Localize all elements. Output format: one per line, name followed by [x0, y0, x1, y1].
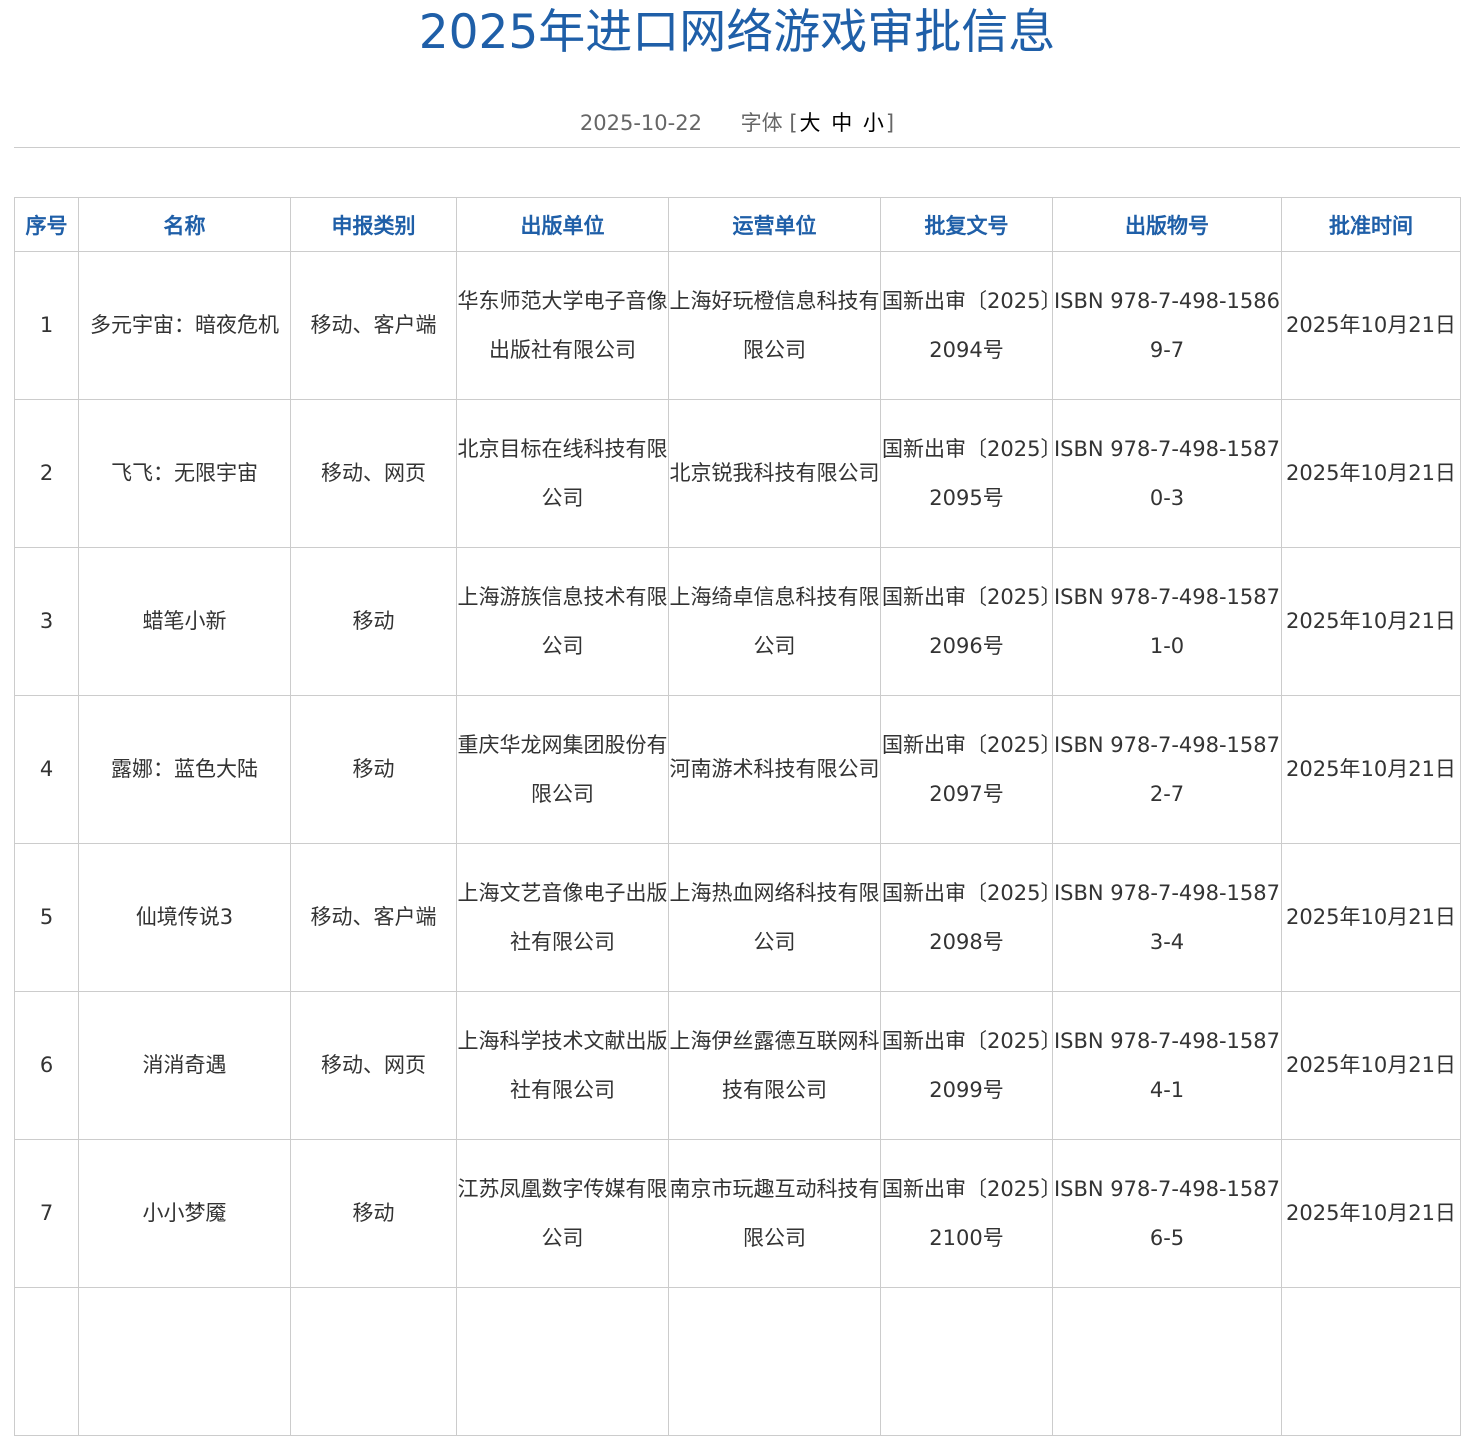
cell-name: 小小梦魇: [78, 1139, 291, 1288]
cell-publisher: 江苏凤凰数字传媒有限公司: [456, 1139, 669, 1288]
font-size-label: 字体: [740, 111, 783, 135]
cell-approval-number: 国新出审〔2025〕2094号: [880, 251, 1053, 400]
cell-category: 移动、客户端: [290, 843, 457, 992]
cell-publisher: 华东师范大学电子音像出版社有限公司: [456, 251, 669, 400]
cell-operator: 上海绮卓信息科技有限公司: [668, 547, 881, 696]
table-row: 7 小小梦魇 移动 江苏凤凰数字传媒有限公司 南京市玩趣互动科技有限公司 国新出…: [14, 1139, 1461, 1288]
cell-empty: [1281, 1287, 1461, 1436]
cell-no: 7: [14, 1139, 79, 1288]
cell-empty: [78, 1287, 291, 1436]
cell-publisher: 上海科学技术文献出版社有限公司: [456, 991, 669, 1140]
cell-publisher: 重庆华龙网集团股份有限公司: [456, 695, 669, 844]
cell-isbn: ISBN 978-7-498-15874-1: [1052, 991, 1282, 1140]
cell-empty: [290, 1287, 457, 1436]
table-header-row: 序号 名称 申报类别 出版单位 运营单位 批复文号 出版物号 批准时间: [14, 197, 1461, 252]
cell-approval-date: 2025年10月21日: [1281, 1139, 1461, 1288]
header-category: 申报类别: [290, 197, 457, 252]
cell-isbn: ISBN 978-7-498-15869-7: [1052, 251, 1282, 400]
cell-approval-date: 2025年10月21日: [1281, 251, 1461, 400]
cell-approval-number: 国新出审〔2025〕2095号: [880, 399, 1053, 548]
cell-publisher: 北京目标在线科技有限公司: [456, 399, 669, 548]
cell-name: 飞飞：无限宇宙: [78, 399, 291, 548]
cell-category: 移动、网页: [290, 399, 457, 548]
cell-approval-number: 国新出审〔2025〕2098号: [880, 843, 1053, 992]
cell-empty: [14, 1287, 79, 1436]
cell-approval-number: 国新出审〔2025〕2096号: [880, 547, 1053, 696]
cell-no: 1: [14, 251, 79, 400]
font-size-medium-button[interactable]: 中: [829, 111, 854, 135]
page-title: 2025年进口网络游戏审批信息: [418, 5, 1056, 60]
cell-approval-date: 2025年10月21日: [1281, 991, 1461, 1140]
header-approval-date: 批准时间: [1281, 197, 1461, 252]
cell-publisher: 上海文艺音像电子出版社有限公司: [456, 843, 669, 992]
cell-name: 露娜：蓝色大陆: [78, 695, 291, 844]
cell-approval-date: 2025年10月21日: [1281, 695, 1461, 844]
cell-empty: [1052, 1287, 1282, 1436]
cell-publisher: 上海游族信息技术有限公司: [456, 547, 669, 696]
cell-empty: [456, 1287, 669, 1436]
cell-name: 多元宇宙：暗夜危机: [78, 251, 291, 400]
cell-operator: 上海好玩橙信息科技有限公司: [668, 251, 881, 400]
header-no: 序号: [14, 197, 79, 252]
cell-approval-number: 国新出审〔2025〕2099号: [880, 991, 1053, 1140]
title-divider: [14, 147, 1460, 148]
cell-operator: 上海伊丝露德互联网科技有限公司: [668, 991, 881, 1140]
cell-approval-date: 2025年10月21日: [1281, 547, 1461, 696]
table-row: 3 蜡笔小新 移动 上海游族信息技术有限公司 上海绮卓信息科技有限公司 国新出审…: [14, 547, 1461, 696]
header-operator: 运营单位: [668, 197, 881, 252]
table-row: 1 多元宇宙：暗夜危机 移动、客户端 华东师范大学电子音像出版社有限公司 上海好…: [14, 251, 1461, 400]
header-name: 名称: [78, 197, 291, 252]
cell-operator: 上海热血网络科技有限公司: [668, 843, 881, 992]
table-row: 4 露娜：蓝色大陆 移动 重庆华龙网集团股份有限公司 河南游术科技有限公司 国新…: [14, 695, 1461, 844]
cell-operator: 南京市玩趣互动科技有限公司: [668, 1139, 881, 1288]
cell-isbn: ISBN 978-7-498-15871-0: [1052, 547, 1282, 696]
cell-isbn: ISBN 978-7-498-15870-3: [1052, 399, 1282, 548]
cell-empty: [668, 1287, 881, 1436]
cell-category: 移动、网页: [290, 991, 457, 1140]
cell-no: 2: [14, 399, 79, 548]
cell-empty: [880, 1287, 1053, 1436]
cell-category: 移动: [290, 547, 457, 696]
article-meta: 2025-10-22 字体 [大 中 小]: [0, 107, 1467, 139]
approval-table: 序号 名称 申报类别 出版单位 运营单位 批复文号 出版物号 批准时间 1 多元…: [14, 197, 1461, 1436]
cell-isbn: ISBN 978-7-498-15873-4: [1052, 843, 1282, 992]
table-row: 6 消消奇遇 移动、网页 上海科学技术文献出版社有限公司 上海伊丝露德互联网科技…: [14, 991, 1461, 1140]
table-row-partial: [14, 1287, 1461, 1436]
cell-name: 消消奇遇: [78, 991, 291, 1140]
cell-operator: 北京锐我科技有限公司: [668, 399, 881, 548]
cell-category: 移动: [290, 695, 457, 844]
cell-approval-date: 2025年10月21日: [1281, 399, 1461, 548]
cell-approval-number: 国新出审〔2025〕2097号: [880, 695, 1053, 844]
cell-approval-date: 2025年10月21日: [1281, 843, 1461, 992]
cell-name: 仙境传说3: [78, 843, 291, 992]
font-size-small-button[interactable]: 小: [861, 111, 886, 135]
cell-isbn: ISBN 978-7-498-15872-7: [1052, 695, 1282, 844]
cell-no: 3: [14, 547, 79, 696]
publish-date: 2025-10-22: [579, 111, 702, 135]
cell-isbn: ISBN 978-7-498-15876-5: [1052, 1139, 1282, 1288]
cell-no: 6: [14, 991, 79, 1140]
cell-no: 4: [14, 695, 79, 844]
cell-name: 蜡笔小新: [78, 547, 291, 696]
table-row: 2 飞飞：无限宇宙 移动、网页 北京目标在线科技有限公司 北京锐我科技有限公司 …: [14, 399, 1461, 548]
cell-category: 移动、客户端: [290, 251, 457, 400]
font-size-large-button[interactable]: 大: [798, 111, 823, 135]
table-row: 5 仙境传说3 移动、客户端 上海文艺音像电子出版社有限公司 上海热血网络科技有…: [14, 843, 1461, 992]
cell-no: 5: [14, 843, 79, 992]
font-size-bracket-open: [: [789, 111, 798, 135]
cell-category: 移动: [290, 1139, 457, 1288]
cell-approval-number: 国新出审〔2025〕2100号: [880, 1139, 1053, 1288]
header-approval-number: 批复文号: [880, 197, 1053, 252]
header-isbn: 出版物号: [1052, 197, 1282, 252]
font-size-bracket-close: ]: [885, 111, 895, 135]
header-publisher: 出版单位: [456, 197, 669, 252]
cell-operator: 河南游术科技有限公司: [668, 695, 881, 844]
